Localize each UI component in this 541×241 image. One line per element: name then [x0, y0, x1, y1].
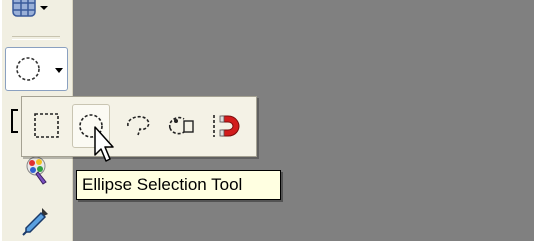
bracket-partial-icon [11, 109, 18, 133]
magnetic-selection-icon [213, 115, 240, 137]
rectangle-selection-button[interactable] [28, 104, 66, 148]
color-picker-icon [26, 156, 47, 185]
magnetic-selection-button[interactable] [208, 104, 246, 148]
arrow-cursor-icon [94, 126, 114, 162]
color-picker-tool-button[interactable] [16, 152, 56, 188]
ellipse-select-active-icon [16, 57, 40, 81]
window-edge [534, 0, 541, 241]
selection-tools-flyout [21, 96, 257, 157]
grid-tool-icon [12, 0, 36, 17]
eyedropper-tool-button[interactable] [16, 202, 56, 238]
lasso-selection-button[interactable] [118, 104, 156, 148]
ellipse-select-tool-button[interactable] [5, 47, 68, 91]
polygon-lasso-selection-button[interactable] [162, 104, 200, 148]
toolbox-border [0, 0, 2, 241]
lasso-selection-icon [127, 115, 150, 136]
dropdown-arrow-icon [55, 68, 63, 73]
grid-tool-button[interactable] [8, 0, 60, 24]
dropdown-arrow-icon [40, 6, 48, 10]
toolbox-separator [12, 36, 60, 40]
eyedropper-icon [22, 208, 48, 236]
polygon-lasso-selection-icon [168, 116, 194, 135]
rectangle-selection-icon [34, 113, 59, 138]
tool-tooltip: Ellipse Selection Tool [76, 170, 281, 200]
mouse-cursor [93, 125, 119, 167]
